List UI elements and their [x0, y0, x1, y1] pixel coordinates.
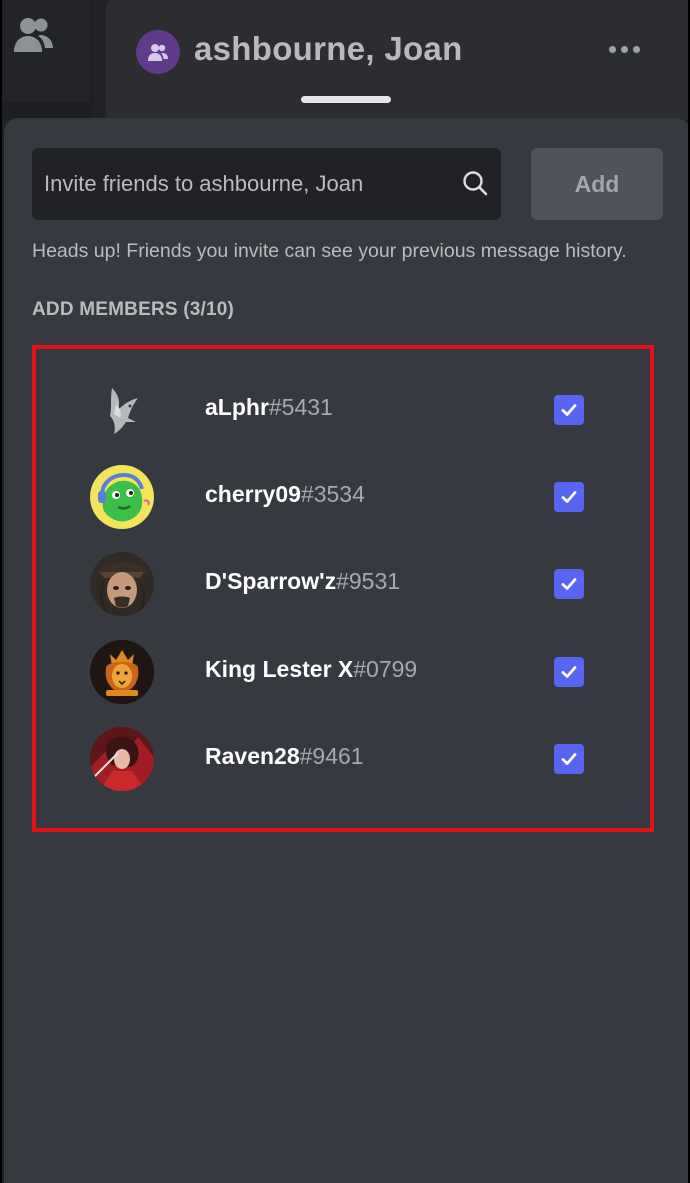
- member-row[interactable]: cherry09#3534: [36, 457, 650, 537]
- discriminator: #9531: [336, 568, 401, 594]
- member-name: King Lester X#0799: [205, 656, 417, 683]
- member-row[interactable]: King Lester X#0799: [36, 632, 650, 712]
- checkmark-icon: [561, 404, 577, 416]
- member-name: aLphr#5431: [205, 394, 333, 421]
- member-checkbox[interactable]: [554, 482, 584, 512]
- checkmark-icon: [561, 578, 577, 590]
- friends-button[interactable]: [2, 0, 90, 102]
- member-row[interactable]: D'Sparrow'z#9531: [36, 544, 650, 624]
- member-checkbox[interactable]: [554, 569, 584, 599]
- invite-search-box[interactable]: [32, 148, 501, 220]
- friends-icon: [14, 18, 53, 52]
- discriminator: #9461: [299, 743, 364, 769]
- group-icon: [148, 44, 168, 61]
- more-horizontal-icon[interactable]: [609, 46, 640, 53]
- bird-avatar: [90, 378, 154, 442]
- username: aLphr: [205, 394, 269, 420]
- pirate-avatar: [90, 552, 154, 616]
- discriminator: #3534: [300, 481, 365, 507]
- username: King Lester X: [205, 656, 354, 682]
- sheet-drag-handle[interactable]: [301, 96, 391, 103]
- channel-header: ashbourne, Joan: [106, 0, 688, 120]
- lion-logo-avatar: [90, 640, 154, 704]
- anime-avatar: [90, 727, 154, 791]
- member-checkbox[interactable]: [554, 395, 584, 425]
- screen: ashbourne, Joan Add Heads up! Friends yo…: [0, 0, 690, 1183]
- username: cherry09: [205, 481, 301, 507]
- checkmark-icon: [561, 666, 577, 678]
- invite-search-input[interactable]: [32, 148, 452, 220]
- member-row[interactable]: Raven28#9461: [36, 719, 650, 799]
- member-row[interactable]: aLphr#5431: [36, 370, 650, 450]
- add-members-heading: ADD MEMBERS (3/10): [32, 299, 235, 320]
- history-warning-text: Heads up! Friends you invite can see you…: [32, 240, 627, 262]
- discriminator: #5431: [268, 394, 333, 420]
- username: D'Sparrow'z: [205, 568, 337, 594]
- checkmark-icon: [561, 491, 577, 503]
- member-checkbox[interactable]: [554, 657, 584, 687]
- channel-title: ashbourne, Joan: [194, 30, 463, 67]
- member-name: D'Sparrow'z#9531: [205, 568, 400, 595]
- member-list: aLphr#5431 cherry09#3534 D'Sparrow'z#953…: [32, 345, 654, 832]
- search-icon: [463, 171, 488, 196]
- discriminator: #0799: [353, 656, 418, 682]
- member-name: Raven28#9461: [205, 743, 364, 770]
- add-button[interactable]: Add: [531, 148, 663, 220]
- checkmark-icon: [561, 753, 577, 765]
- add-members-sheet: Add Heads up! Friends you invite can see…: [4, 118, 688, 1183]
- cartoon-avatar: [90, 465, 154, 529]
- server-rail: [2, 0, 92, 120]
- member-name: cherry09#3534: [205, 481, 365, 508]
- username: Raven28: [205, 743, 300, 769]
- member-checkbox[interactable]: [554, 744, 584, 774]
- group-avatar: [136, 30, 180, 74]
